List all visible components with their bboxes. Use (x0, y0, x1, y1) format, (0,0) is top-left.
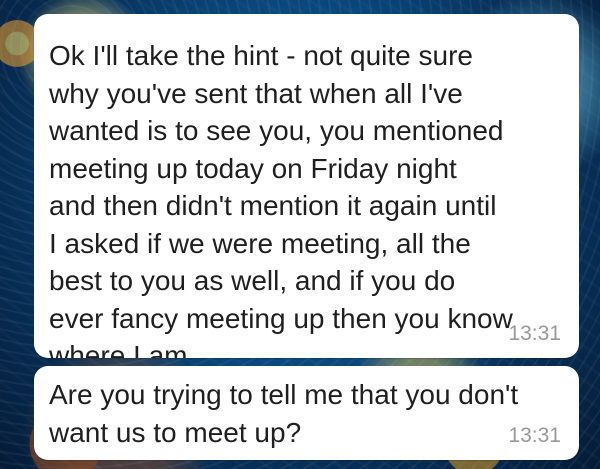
message-timestamp: 13:31 (508, 322, 561, 345)
chat-view: Ok I'll take the hint - not quite sure w… (0, 0, 600, 469)
message-text: Are you trying to tell me that you don't… (49, 379, 519, 448)
message-bubble[interactable]: Are you trying to tell me that you don't… (34, 366, 579, 460)
message-bubble[interactable]: Ok I'll take the hint - not quite sure w… (34, 14, 579, 358)
message-text: Ok I'll take the hint - not quite sure w… (49, 40, 513, 358)
message-timestamp: 13:31 (508, 424, 561, 447)
